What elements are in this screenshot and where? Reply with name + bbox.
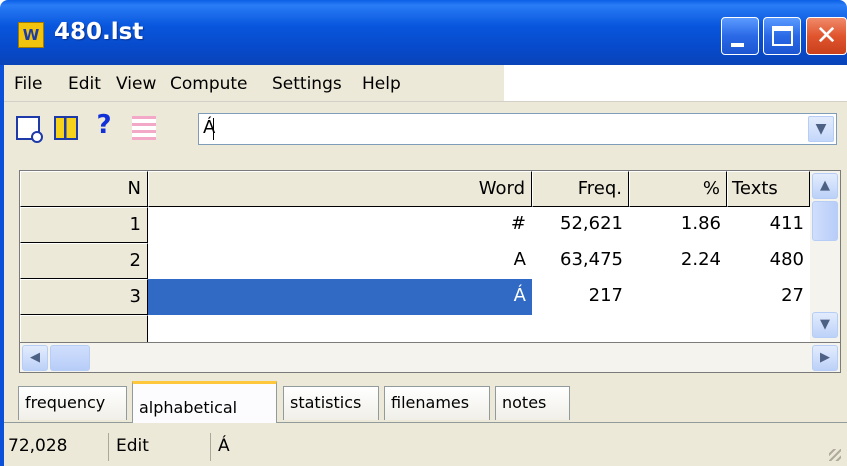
scroll-up-icon[interactable]: ▲ (812, 173, 838, 199)
status-divider (210, 433, 211, 461)
menu-edit[interactable]: Edit (68, 74, 101, 94)
tab-notes[interactable]: notes (495, 386, 570, 420)
scroll-down-icon[interactable]: ▼ (812, 312, 838, 338)
tab-statistics[interactable]: statistics (283, 386, 379, 420)
table-cell-word-selected[interactable]: Á (148, 279, 532, 315)
toolbar: ? Á ▼ (4, 101, 847, 151)
column-header-n[interactable]: N (20, 171, 148, 207)
chevron-down-icon[interactable]: ▼ (808, 116, 834, 142)
preview-icon[interactable] (16, 116, 43, 143)
menu-bar: File Edit View Compute Settings Help (4, 65, 504, 101)
status-mode: Edit (116, 436, 149, 456)
columns-icon[interactable] (54, 116, 78, 140)
title-bar: W 480.lst ✕ (0, 0, 847, 65)
window-title: 480.lst (54, 19, 144, 45)
resize-grip-icon[interactable] (829, 449, 841, 461)
menu-settings[interactable]: Settings (272, 74, 342, 94)
maximize-icon (772, 26, 793, 46)
column-header-word[interactable]: Word (148, 171, 532, 207)
status-word-count: 72,028 (8, 436, 68, 456)
table-cell-texts[interactable]: 480 (727, 243, 810, 279)
tab-strip: frequency alphabetical statistics filena… (4, 378, 847, 423)
row-header[interactable] (20, 315, 148, 342)
menu-file[interactable]: File (14, 74, 42, 94)
row-header[interactable]: 3 (20, 279, 148, 315)
table-cell-freq[interactable]: 52,621 (532, 207, 629, 243)
status-bar: 72,028 Edit Á (4, 423, 847, 466)
help-icon[interactable]: ? (92, 110, 116, 140)
horizontal-scroll-thumb[interactable] (50, 345, 90, 371)
menu-compute[interactable]: Compute (170, 74, 248, 94)
vertical-scrollbar[interactable]: ▲ ▼ (810, 171, 840, 342)
menu-bar-empty-area (504, 65, 847, 101)
column-header-texts[interactable]: Texts (727, 171, 810, 207)
close-button[interactable]: ✕ (806, 17, 847, 55)
table-cell-freq[interactable]: 217 (532, 279, 629, 315)
tab-alphabetical[interactable]: alphabetical (132, 381, 277, 423)
maximize-button[interactable] (763, 17, 801, 55)
menu-view[interactable]: View (116, 74, 156, 94)
scroll-left-icon[interactable]: ◀ (22, 345, 48, 371)
status-divider (108, 433, 109, 461)
table-cell-freq[interactable]: 63,475 (532, 243, 629, 279)
column-header-freq[interactable]: Freq. (532, 171, 629, 207)
tab-filenames[interactable]: filenames (384, 386, 490, 420)
horizontal-scrollbar[interactable]: ◀ ▶ (19, 343, 841, 373)
search-combobox[interactable]: Á ▼ (198, 113, 837, 145)
row-header[interactable]: 2 (20, 243, 148, 279)
scroll-right-icon[interactable]: ▶ (812, 345, 838, 371)
minimize-icon (731, 43, 744, 47)
vertical-scroll-thumb[interactable] (812, 201, 838, 241)
table-cell-word[interactable]: A (148, 243, 532, 279)
minimize-button[interactable] (721, 17, 759, 55)
table-cell-percent[interactable]: 1.86 (629, 207, 727, 243)
status-current-word: Á (218, 436, 230, 456)
table-row-partial[interactable] (148, 315, 810, 342)
app-icon[interactable]: W (18, 22, 44, 48)
table-cell-texts[interactable]: 27 (727, 279, 810, 315)
table-cell-percent[interactable]: 2.24 (629, 243, 727, 279)
close-icon: ✕ (815, 21, 838, 51)
table-cell-texts[interactable]: 411 (727, 207, 810, 243)
menu-help[interactable]: Help (362, 74, 401, 94)
lines-icon[interactable] (132, 116, 156, 140)
table-cell-word[interactable]: # (148, 207, 532, 243)
tab-frequency[interactable]: frequency (18, 386, 127, 420)
row-header[interactable]: 1 (20, 207, 148, 243)
word-list-grid[interactable]: N Word Freq. % Texts 1 # 52,621 1.86 411… (19, 170, 841, 343)
table-cell-percent[interactable] (629, 279, 727, 315)
text-caret (213, 118, 214, 140)
column-header-percent[interactable]: % (629, 171, 727, 207)
